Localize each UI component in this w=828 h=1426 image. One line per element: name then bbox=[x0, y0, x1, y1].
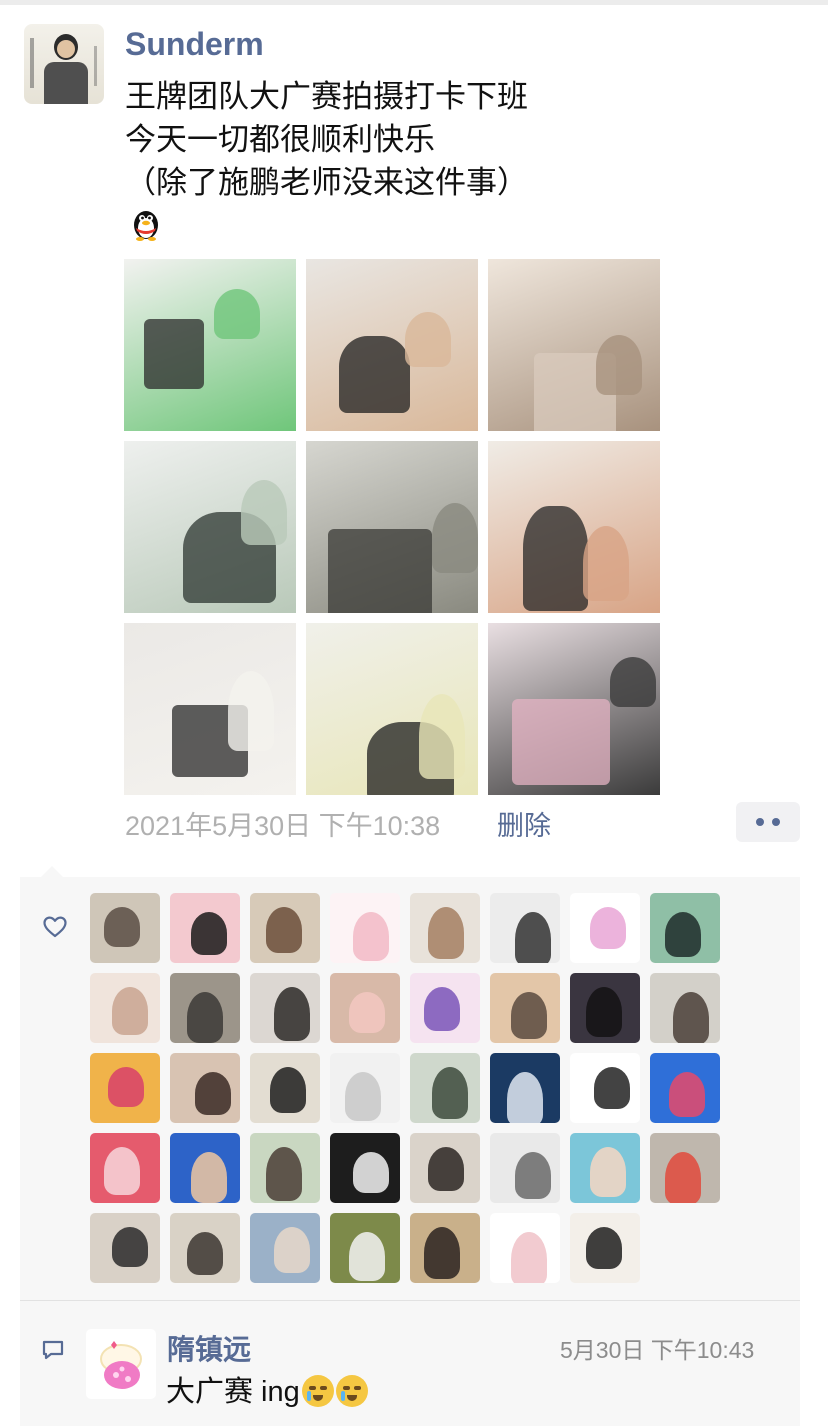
liker-36[interactable] bbox=[330, 1213, 400, 1283]
liker-8[interactable] bbox=[650, 893, 720, 963]
photo-dinner-table[interactable] bbox=[124, 623, 296, 795]
liker-13[interactable] bbox=[410, 973, 480, 1043]
liker-37[interactable] bbox=[410, 1213, 480, 1283]
delete-button[interactable]: 删除 bbox=[497, 804, 551, 843]
liker-1[interactable] bbox=[90, 893, 160, 963]
post-text-line-1: 王牌团队大广赛拍摄打卡下班 bbox=[125, 79, 528, 115]
photo-subway-blur[interactable] bbox=[306, 441, 478, 613]
liker-12[interactable] bbox=[330, 973, 400, 1043]
liker-35[interactable] bbox=[250, 1213, 320, 1283]
commenter-avatar[interactable] bbox=[86, 1329, 156, 1399]
dot-icon bbox=[756, 818, 764, 826]
photo-person-window[interactable] bbox=[124, 441, 296, 613]
liker-34[interactable] bbox=[170, 1213, 240, 1283]
liker-33[interactable] bbox=[90, 1213, 160, 1283]
liker-9[interactable] bbox=[90, 973, 160, 1043]
liker-19[interactable] bbox=[250, 1053, 320, 1123]
author-avatar[interactable] bbox=[24, 24, 104, 104]
post-text-line-3: （除了施鹏老师没来这件事） bbox=[125, 165, 528, 201]
photo-camera-gear[interactable] bbox=[124, 259, 296, 431]
liker-29[interactable] bbox=[410, 1133, 480, 1203]
liker-30[interactable] bbox=[490, 1133, 560, 1203]
dot-icon bbox=[772, 818, 780, 826]
photo-room-interior[interactable] bbox=[488, 259, 660, 431]
comment-author[interactable]: 隋镇远 bbox=[167, 1328, 251, 1368]
liker-5[interactable] bbox=[410, 893, 480, 963]
liker-11[interactable] bbox=[250, 973, 320, 1043]
liker-4[interactable] bbox=[330, 893, 400, 963]
post-text: 王牌团队大广赛拍摄打卡下班 今天一切都很顺利快乐 （除了施鹏老师没来这件事） bbox=[125, 76, 725, 205]
liker-31[interactable] bbox=[570, 1133, 640, 1203]
liker-16[interactable] bbox=[650, 973, 720, 1043]
liker-7[interactable] bbox=[570, 893, 640, 963]
liker-15[interactable] bbox=[570, 973, 640, 1043]
liker-2[interactable] bbox=[170, 893, 240, 963]
liker-6[interactable] bbox=[490, 893, 560, 963]
liker-28[interactable] bbox=[330, 1133, 400, 1203]
liker-25[interactable] bbox=[90, 1133, 160, 1203]
liker-18[interactable] bbox=[170, 1053, 240, 1123]
crying-face-emoji-icon bbox=[335, 1375, 368, 1407]
liker-24[interactable] bbox=[650, 1053, 720, 1123]
comment-bubble-icon bbox=[42, 1340, 64, 1360]
liker-10[interactable] bbox=[170, 973, 240, 1043]
photo-pink-subway[interactable] bbox=[488, 623, 660, 795]
photo-people-with-camera[interactable] bbox=[306, 259, 478, 431]
liker-39[interactable] bbox=[570, 1213, 640, 1283]
liker-3[interactable] bbox=[250, 893, 320, 963]
comment-time: 5月30日 下午10:43 bbox=[560, 1337, 755, 1363]
liker-22[interactable] bbox=[490, 1053, 560, 1123]
photo-bedroom-window[interactable] bbox=[306, 623, 478, 795]
photo-group-selfie[interactable] bbox=[488, 441, 660, 613]
commenter-avatar-image bbox=[100, 1341, 142, 1389]
liker-23[interactable] bbox=[570, 1053, 640, 1123]
more-options-button[interactable] bbox=[736, 802, 800, 842]
photo-grid bbox=[124, 259, 660, 795]
comment-text-body: 大广赛 ing bbox=[166, 1376, 300, 1408]
liker-26[interactable] bbox=[170, 1133, 240, 1203]
penguin-emoji-icon bbox=[134, 211, 158, 241]
liker-20[interactable] bbox=[330, 1053, 400, 1123]
post-text-line-2: 今天一切都很顺利快乐 bbox=[125, 122, 435, 158]
crying-face-emoji-icon bbox=[301, 1375, 334, 1407]
author-name[interactable]: Sunderm bbox=[125, 26, 264, 63]
liker-21[interactable] bbox=[410, 1053, 480, 1123]
post-timestamp: 2021年5月30日 下午10:38 bbox=[125, 811, 441, 841]
liker-32[interactable] bbox=[650, 1133, 720, 1203]
comment-text[interactable]: 大广赛 ing bbox=[166, 1368, 368, 1410]
liker-27[interactable] bbox=[250, 1133, 320, 1203]
liker-14[interactable] bbox=[490, 973, 560, 1043]
top-divider bbox=[0, 0, 828, 5]
heart-outline-icon bbox=[43, 916, 67, 938]
liker-17[interactable] bbox=[90, 1053, 160, 1123]
liker-38[interactable] bbox=[490, 1213, 560, 1283]
